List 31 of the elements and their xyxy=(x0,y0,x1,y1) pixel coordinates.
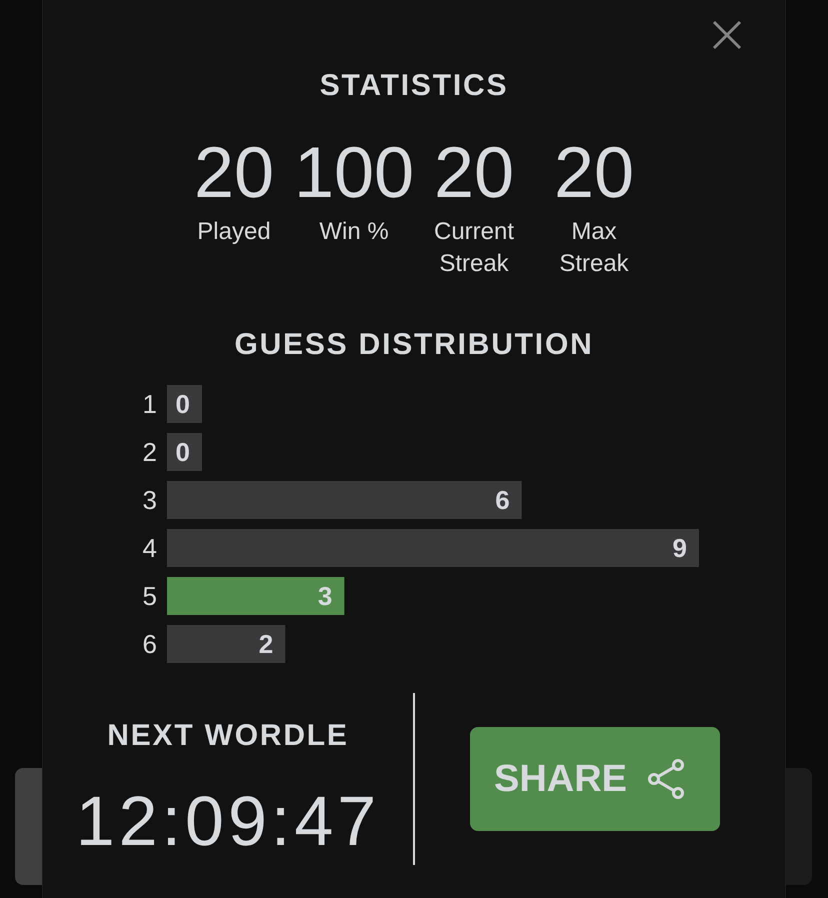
bar-value-label: 9 xyxy=(672,533,687,563)
guess-number-label: 2 xyxy=(142,437,157,467)
guess-number-label: 5 xyxy=(142,581,157,611)
share-button[interactable]: SHARE xyxy=(470,727,720,831)
guess-number-label: 3 xyxy=(142,485,157,515)
stat-label: Current Streak xyxy=(432,217,516,279)
bar-value-label: 0 xyxy=(176,389,190,419)
keyboard-key[interactable] xyxy=(15,768,42,885)
stat-label: Max Streak xyxy=(558,217,630,279)
stat-value: 20 xyxy=(194,137,274,209)
stat-value: 100 xyxy=(294,137,414,209)
section-title: GUESS DISTRIBUTION xyxy=(234,327,594,362)
section-title: NEXT WORDLE xyxy=(107,718,349,753)
bar-value-label: 3 xyxy=(318,581,332,611)
stat-value: 20 xyxy=(554,137,634,209)
close-icon xyxy=(712,20,742,50)
bar-value-label: 2 xyxy=(258,629,274,659)
stat-value: 20 xyxy=(434,137,514,209)
close-button[interactable] xyxy=(712,20,742,50)
stat-label: Played xyxy=(197,217,271,247)
share-icon xyxy=(648,759,684,799)
distribution-bar xyxy=(167,385,202,423)
dialog-title: STATISTICS xyxy=(320,68,508,103)
distribution-bar xyxy=(167,433,202,471)
stat-label: Win % xyxy=(319,217,389,247)
bar-value-label: 0 xyxy=(176,437,190,467)
bar-value-label: 6 xyxy=(495,485,510,515)
guess-number-label: 4 xyxy=(142,533,157,563)
guess-number-label: 6 xyxy=(142,629,157,659)
guess-number-label: 1 xyxy=(142,389,157,419)
countdown-timer: 12:09:47 xyxy=(76,786,380,856)
